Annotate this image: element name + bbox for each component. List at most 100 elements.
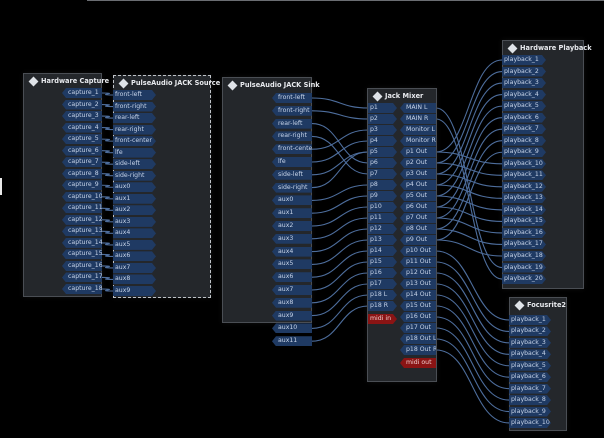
input-port-aux6[interactable]: aux6 bbox=[113, 251, 156, 261]
input-port-playback_9[interactable]: playback_9 bbox=[502, 147, 546, 157]
connection-wire[interactable] bbox=[311, 217, 369, 240]
output-port-p5-out[interactable]: p5 Out bbox=[400, 191, 436, 201]
input-port-p10[interactable]: p10 bbox=[368, 202, 397, 212]
output-port-rear-left[interactable]: rear-left bbox=[272, 118, 312, 129]
input-port-aux5[interactable]: aux5 bbox=[113, 240, 156, 250]
connection-wire[interactable] bbox=[311, 206, 369, 227]
connection-wire[interactable] bbox=[311, 97, 369, 109]
output-port-capture_13[interactable]: capture_13 bbox=[62, 226, 102, 237]
output-port-capture_7[interactable]: capture_7 bbox=[62, 157, 102, 168]
client-title[interactable]: Hardware Capture bbox=[28, 76, 109, 86]
output-port-capture_16[interactable]: capture_16 bbox=[62, 260, 102, 271]
connection-wire[interactable] bbox=[101, 161, 114, 165]
input-port-playback_7[interactable]: playback_7 bbox=[502, 124, 546, 134]
input-port-front-right[interactable]: front-right bbox=[113, 102, 156, 112]
connection-wire[interactable] bbox=[311, 272, 369, 304]
input-port-aux1[interactable]: aux1 bbox=[113, 194, 156, 204]
connection-wire[interactable] bbox=[435, 327, 510, 401]
output-port-aux10[interactable]: aux10 bbox=[272, 323, 312, 334]
connection-wire[interactable] bbox=[101, 196, 114, 200]
input-port-playback_11[interactable]: playback_11 bbox=[502, 170, 546, 180]
input-port-playback_3[interactable]: playback_3 bbox=[502, 78, 546, 88]
input-port-p14[interactable]: p14 bbox=[368, 246, 397, 256]
connection-wire[interactable] bbox=[101, 150, 114, 154]
output-port-aux8[interactable]: aux8 bbox=[272, 297, 312, 308]
connection-wire[interactable] bbox=[311, 195, 369, 214]
output-port-aux7[interactable]: aux7 bbox=[272, 285, 312, 295]
input-port-p2[interactable]: p2 bbox=[368, 114, 397, 124]
connection-wire[interactable] bbox=[311, 129, 369, 150]
output-port-aux5[interactable]: aux5 bbox=[272, 259, 312, 270]
output-port-side-right[interactable]: side-right bbox=[272, 182, 312, 193]
input-port-aux2[interactable]: aux2 bbox=[113, 205, 156, 215]
output-port-midi-out[interactable]: midi out bbox=[400, 358, 436, 368]
output-port-capture_2[interactable]: capture_2 bbox=[62, 99, 102, 110]
input-port-playback_4[interactable]: playback_4 bbox=[509, 349, 551, 359]
connection-wire[interactable] bbox=[435, 117, 503, 208]
input-port-aux3[interactable]: aux3 bbox=[113, 217, 156, 227]
connection-wire[interactable] bbox=[101, 230, 114, 234]
output-port-capture_11[interactable]: capture_11 bbox=[62, 203, 102, 214]
input-port-p6[interactable]: p6 bbox=[368, 158, 397, 168]
output-port-p9-out[interactable]: p9 Out bbox=[400, 235, 436, 245]
input-port-aux0[interactable]: aux0 bbox=[113, 182, 156, 192]
input-port-front-center[interactable]: front-center bbox=[113, 136, 156, 146]
input-port-playback_14[interactable]: playback_14 bbox=[502, 205, 546, 215]
connection-wire[interactable] bbox=[101, 207, 114, 211]
input-port-p1[interactable]: p1 bbox=[368, 103, 397, 113]
connection-wire[interactable] bbox=[101, 219, 114, 223]
output-port-p8-out[interactable]: p8 Out bbox=[400, 224, 436, 234]
input-port-p18-l[interactable]: p18 L bbox=[368, 290, 397, 300]
input-port-p7[interactable]: p7 bbox=[368, 169, 397, 179]
output-port-p4-out[interactable]: p4 Out bbox=[400, 180, 436, 190]
output-port-capture_9[interactable]: capture_9 bbox=[62, 180, 102, 191]
connection-wire[interactable] bbox=[435, 105, 503, 197]
input-port-playback_7[interactable]: playback_7 bbox=[509, 384, 551, 394]
input-port-lfe[interactable]: lfe bbox=[113, 148, 156, 158]
output-port-capture_1[interactable]: capture_1 bbox=[62, 88, 102, 98]
input-port-aux8[interactable]: aux8 bbox=[113, 274, 156, 284]
input-port-p15[interactable]: p15 bbox=[368, 257, 397, 267]
connection-wire[interactable] bbox=[101, 138, 114, 142]
output-port-main-l[interactable]: MAIN L bbox=[400, 103, 436, 113]
input-port-p13[interactable]: p13 bbox=[368, 235, 397, 245]
connection-wire[interactable] bbox=[435, 261, 510, 332]
output-port-p10-out[interactable]: p10 Out bbox=[400, 246, 436, 256]
input-port-midi-in[interactable]: midi in bbox=[368, 314, 397, 324]
input-port-side-right[interactable]: side-right bbox=[113, 171, 156, 181]
connection-wire[interactable] bbox=[311, 110, 369, 120]
input-port-playback_2[interactable]: playback_2 bbox=[509, 326, 551, 336]
input-port-playback_5[interactable]: playback_5 bbox=[502, 101, 546, 111]
input-port-playback_17[interactable]: playback_17 bbox=[502, 239, 546, 249]
client-title[interactable]: Jack Mixer bbox=[372, 91, 423, 101]
input-port-playback_6[interactable]: playback_6 bbox=[509, 372, 551, 382]
output-port-p6-out[interactable]: p6 Out bbox=[400, 202, 436, 212]
connection-wire[interactable] bbox=[101, 242, 114, 246]
input-port-p3[interactable]: p3 bbox=[368, 125, 397, 135]
input-port-playback_18[interactable]: playback_18 bbox=[502, 251, 546, 261]
input-port-playback_10[interactable]: playback_10 bbox=[509, 418, 551, 428]
connection-wire[interactable] bbox=[101, 276, 114, 281]
client-title[interactable]: Focusrite2 bbox=[514, 300, 566, 310]
output-port-aux11[interactable]: aux11 bbox=[272, 336, 312, 347]
input-port-playback_1[interactable]: playback_1 bbox=[509, 315, 551, 325]
input-port-p8[interactable]: p8 bbox=[368, 180, 397, 190]
output-port-aux6[interactable]: aux6 bbox=[272, 272, 312, 283]
input-port-rear-right[interactable]: rear-right bbox=[113, 125, 156, 135]
connection-wire[interactable] bbox=[101, 288, 114, 292]
input-port-playback_2[interactable]: playback_2 bbox=[502, 67, 546, 77]
input-port-playback_12[interactable]: playback_12 bbox=[502, 182, 546, 192]
input-port-playback_4[interactable]: playback_4 bbox=[502, 90, 546, 100]
input-port-p12[interactable]: p12 bbox=[368, 224, 397, 234]
connection-wire[interactable] bbox=[101, 92, 114, 96]
output-port-capture_6[interactable]: capture_6 bbox=[62, 145, 102, 156]
input-port-playback_13[interactable]: playback_13 bbox=[502, 193, 546, 203]
connection-wire[interactable] bbox=[435, 140, 503, 230]
input-port-playback_16[interactable]: playback_16 bbox=[502, 228, 546, 238]
output-port-rear-right[interactable]: rear-right bbox=[272, 131, 312, 142]
input-port-playback_10[interactable]: playback_10 bbox=[502, 159, 546, 169]
input-port-aux7[interactable]: aux7 bbox=[113, 263, 156, 273]
output-port-front-center[interactable]: front-center bbox=[272, 144, 312, 155]
input-port-playback_6[interactable]: playback_6 bbox=[502, 113, 546, 123]
connection-wire[interactable] bbox=[311, 151, 369, 189]
